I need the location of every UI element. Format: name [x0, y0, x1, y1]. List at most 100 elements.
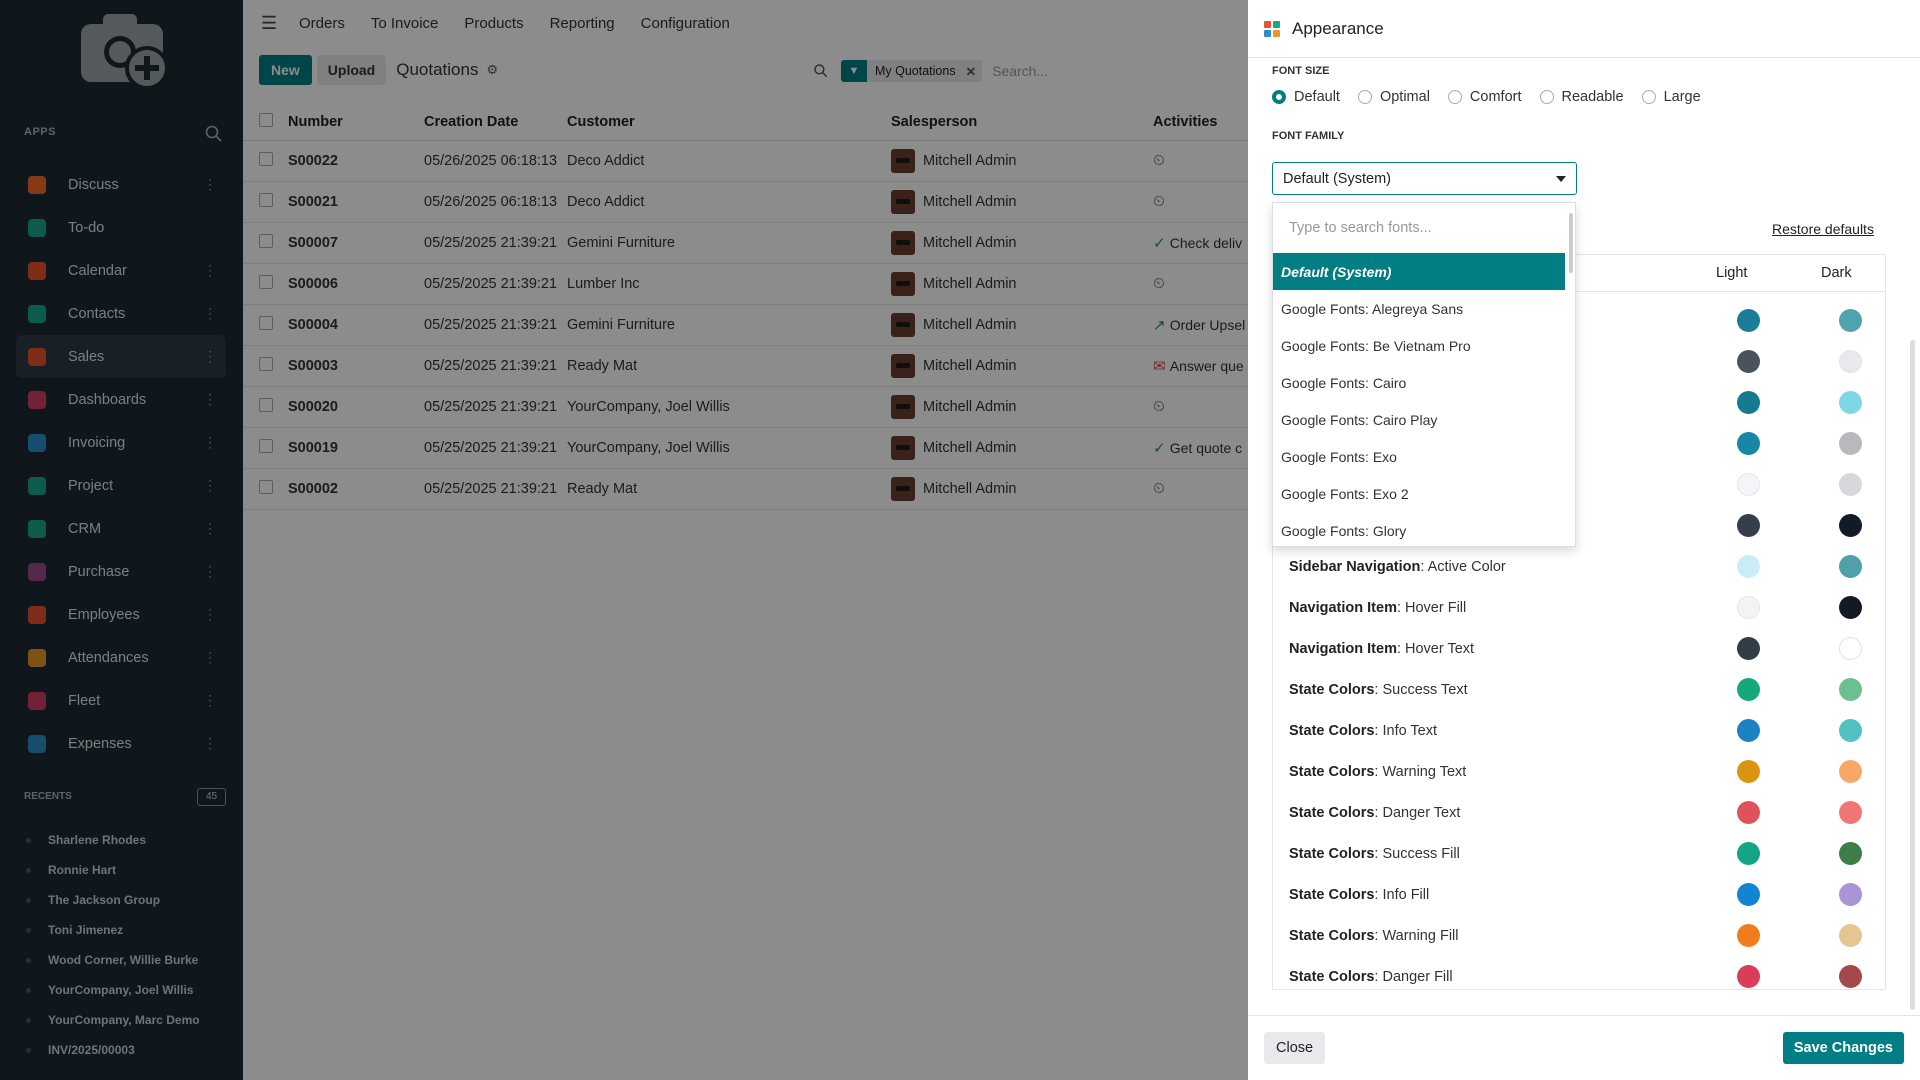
color-group: Sidebar Navigation: [1289, 558, 1421, 575]
light-color-swatch[interactable]: [1737, 309, 1760, 332]
dark-color-swatch[interactable]: [1839, 555, 1862, 578]
font-option[interactable]: Google Fonts: Alegreya Sans: [1273, 290, 1565, 327]
color-row: State Colors: Info Text: [1289, 710, 1869, 751]
light-color-swatch[interactable]: [1737, 596, 1760, 619]
color-row-label: State Colors: Danger Fill: [1289, 969, 1453, 985]
color-name: : Success Text: [1374, 681, 1468, 698]
radio-button[interactable]: [1357, 90, 1372, 104]
color-row-label: State Colors: Info Text: [1289, 723, 1437, 739]
light-color-swatch[interactable]: [1737, 883, 1760, 906]
dark-color-swatch[interactable]: [1839, 514, 1862, 537]
font-option[interactable]: Default (System): [1273, 253, 1565, 290]
light-color-swatch[interactable]: [1737, 924, 1760, 947]
light-color-swatch[interactable]: [1737, 678, 1760, 701]
font-option[interactable]: Google Fonts: Exo: [1273, 438, 1565, 475]
dark-color-swatch[interactable]: [1839, 965, 1862, 988]
dark-color-swatch[interactable]: [1839, 924, 1862, 947]
radio-label: Optimal: [1379, 89, 1430, 105]
color-group: State Colors: [1289, 804, 1375, 821]
font-size-option-large[interactable]: Large: [1641, 89, 1701, 105]
color-group: State Colors: [1289, 763, 1375, 780]
radio-label: Readable: [1561, 89, 1624, 105]
radio-button[interactable]: [1272, 90, 1286, 104]
color-row: Navigation Item: Hover Text: [1289, 628, 1869, 669]
dark-color-swatch[interactable]: [1839, 801, 1862, 824]
dark-color-swatch[interactable]: [1839, 842, 1862, 865]
panel-header: Appearance: [1248, 0, 1920, 58]
dark-color-swatch[interactable]: [1839, 309, 1862, 332]
font-size-option-comfort[interactable]: Comfort: [1447, 89, 1522, 105]
color-group: Navigation Item: [1289, 599, 1397, 616]
font-size-option-optimal[interactable]: Optimal: [1357, 89, 1430, 105]
panel-footer: Close Save Changes: [1248, 1015, 1920, 1080]
apps-grid-icon: [1264, 20, 1280, 37]
color-row: State Colors: Danger Text: [1289, 792, 1869, 833]
light-color-swatch[interactable]: [1737, 350, 1760, 373]
dark-color-swatch[interactable]: [1839, 473, 1862, 496]
color-row-label: Sidebar Navigation: Active Color: [1289, 559, 1506, 575]
light-color-swatch[interactable]: [1737, 760, 1760, 783]
font-size-label: FONT SIZE: [1272, 65, 1330, 77]
light-color-swatch[interactable]: [1737, 514, 1760, 537]
color-name: : Danger Fill: [1374, 968, 1453, 985]
font-family-value: Default (System): [1283, 170, 1391, 187]
dark-color-swatch[interactable]: [1839, 883, 1862, 906]
font-family-dropdown: Type to search fonts... Default (System)…: [1272, 202, 1576, 547]
panel-scrollbar[interactable]: [1910, 340, 1915, 1010]
col-light: Light: [1716, 265, 1748, 281]
light-color-swatch[interactable]: [1737, 719, 1760, 742]
radio-button[interactable]: [1539, 90, 1554, 104]
color-row-label: State Colors: Success Fill: [1289, 846, 1460, 862]
caret-down-icon: [1556, 176, 1566, 182]
dark-color-swatch[interactable]: [1839, 350, 1862, 373]
close-button[interactable]: Close: [1264, 1032, 1326, 1064]
font-option[interactable]: Google Fonts: Cairo Play: [1273, 401, 1565, 438]
color-name: : Hover Fill: [1396, 599, 1467, 616]
font-size-option-readable[interactable]: Readable: [1539, 89, 1624, 105]
color-row: Navigation Item: Hover Fill: [1289, 587, 1869, 628]
radio-button[interactable]: [1447, 90, 1462, 104]
color-group: State Colors: [1289, 968, 1375, 985]
dark-color-swatch[interactable]: [1839, 760, 1862, 783]
font-family-select[interactable]: Default (System): [1272, 162, 1577, 195]
light-color-swatch[interactable]: [1737, 637, 1760, 660]
dark-color-swatch[interactable]: [1839, 719, 1862, 742]
dark-color-swatch[interactable]: [1839, 391, 1862, 414]
light-color-swatch[interactable]: [1737, 432, 1760, 455]
radio-label: Large: [1663, 89, 1701, 105]
font-option[interactable]: Google Fonts: Cairo: [1273, 364, 1565, 401]
color-row: State Colors: Warning Fill: [1289, 915, 1869, 956]
color-name: : Success Fill: [1374, 845, 1460, 862]
color-row-label: Navigation Item: Hover Text: [1289, 641, 1474, 657]
col-dark: Dark: [1821, 265, 1852, 281]
light-color-swatch[interactable]: [1737, 965, 1760, 988]
color-row: State Colors: Info Fill: [1289, 874, 1869, 915]
dropdown-scrollbar[interactable]: [1569, 213, 1573, 273]
color-row-label: State Colors: Warning Text: [1289, 764, 1466, 780]
radio-button[interactable]: [1641, 90, 1656, 104]
color-group: State Colors: [1289, 722, 1375, 739]
color-name: : Hover Text: [1396, 640, 1475, 657]
light-color-swatch[interactable]: [1737, 801, 1760, 824]
font-search-input[interactable]: Type to search fonts...: [1273, 203, 1575, 253]
font-size-options: Default Optimal Comfort Readable Large: [1272, 89, 1719, 105]
font-option[interactable]: Google Fonts: Glory: [1273, 512, 1565, 549]
font-option[interactable]: Google Fonts: Exo 2: [1273, 475, 1565, 512]
font-option[interactable]: Google Fonts: Be Vietnam Pro: [1273, 327, 1565, 364]
save-changes-button[interactable]: Save Changes: [1782, 1032, 1904, 1064]
color-row: State Colors: Success Text: [1289, 669, 1869, 710]
light-color-swatch[interactable]: [1737, 842, 1760, 865]
dark-color-swatch[interactable]: [1839, 432, 1862, 455]
dark-color-swatch[interactable]: [1839, 596, 1862, 619]
dark-color-swatch[interactable]: [1839, 678, 1862, 701]
radio-label: Default: [1294, 89, 1340, 105]
color-name: : Danger Text: [1374, 804, 1461, 821]
restore-defaults-link[interactable]: Restore defaults: [1772, 221, 1874, 237]
light-color-swatch[interactable]: [1737, 391, 1760, 414]
light-color-swatch[interactable]: [1737, 555, 1760, 578]
color-name: : Warning Text: [1374, 763, 1467, 780]
font-size-option-default[interactable]: Default: [1272, 89, 1340, 105]
panel-title: Appearance: [1292, 18, 1384, 38]
light-color-swatch[interactable]: [1737, 473, 1760, 496]
dark-color-swatch[interactable]: [1839, 637, 1862, 660]
